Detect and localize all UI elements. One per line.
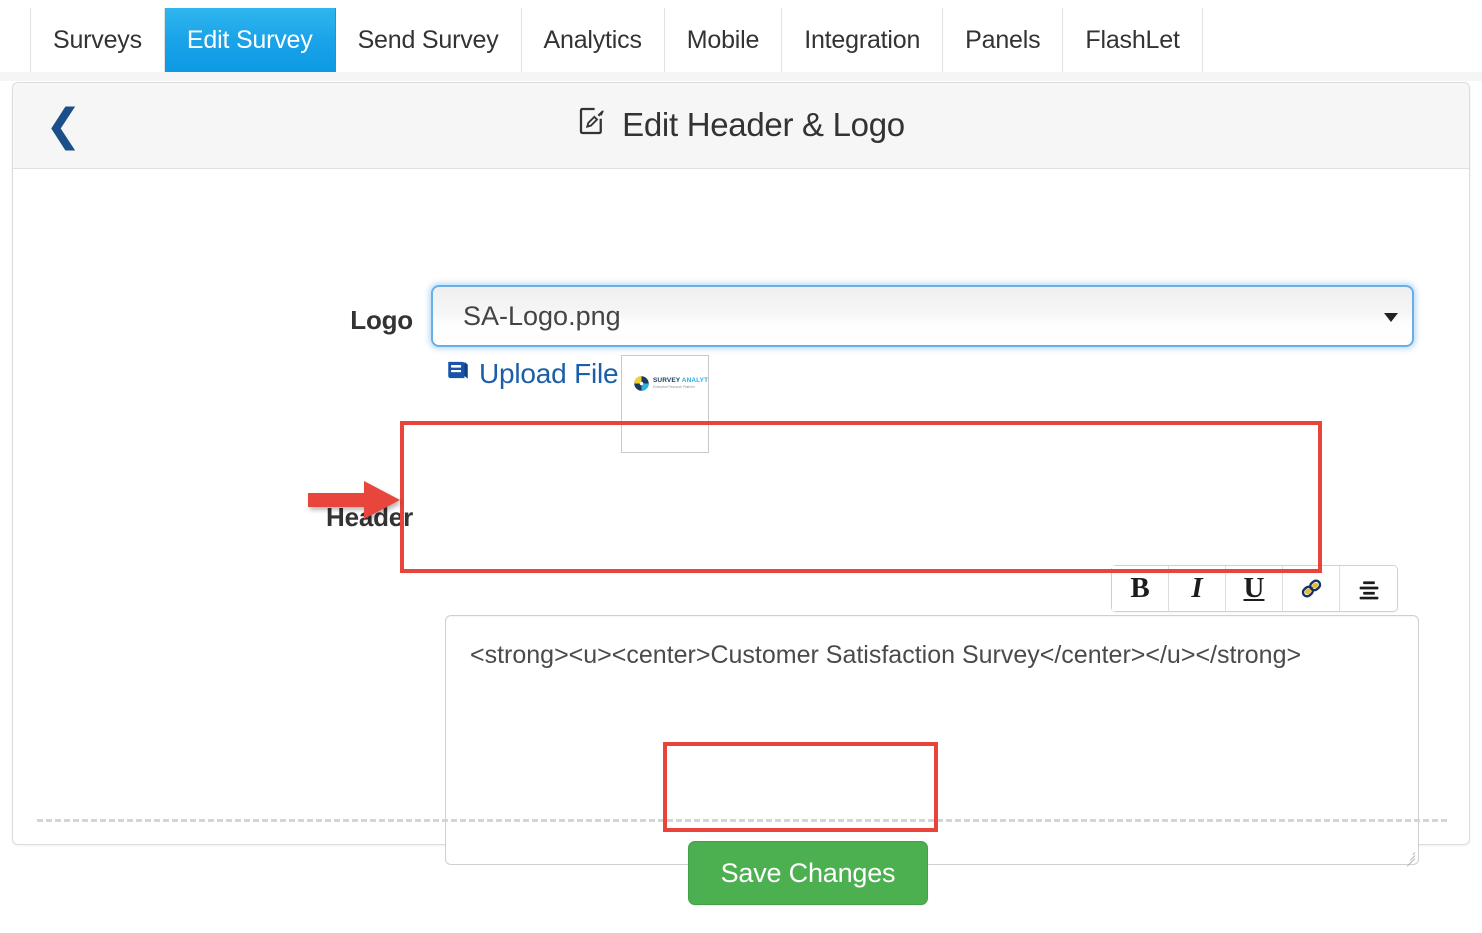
align-center-icon — [1359, 580, 1378, 599]
nav-tab-panels[interactable]: Panels — [943, 8, 1064, 72]
logo-preview-thumbnail: SURVEY ANALYTICS Enterprise Research Pla… — [621, 355, 709, 453]
nav-tab-send-survey[interactable]: Send Survey — [336, 8, 522, 72]
underline-button[interactable]: U — [1226, 566, 1283, 611]
logo-select[interactable]: SA-Logo.png — [431, 285, 1414, 347]
panel-header: ❮ Edit Header & Logo — [13, 83, 1469, 169]
nav-tab-list: Surveys Edit Survey Send Survey Analytics Mo… — [30, 8, 1203, 72]
logo-brand-word-1: SURVEY — [653, 376, 681, 384]
save-changes-button[interactable]: Save Changes — [688, 841, 928, 905]
nav-tab-integration[interactable]: Integration — [782, 8, 944, 72]
panel-body: Logo SA-Logo.png Upload File SURVEY ANAL… — [13, 169, 1469, 905]
bold-button[interactable]: B — [1112, 566, 1169, 611]
chain-link-icon — [1301, 579, 1321, 598]
logo-brand-word-2: ANALYTICS — [681, 376, 709, 384]
nav-tab-surveys[interactable]: Surveys — [30, 8, 165, 72]
link-button[interactable] — [1283, 566, 1340, 611]
nav-tab-edit-survey[interactable]: Edit Survey — [164, 8, 336, 72]
page-title: Edit Header & Logo — [13, 105, 1469, 145]
upload-file-label: Upload File — [479, 357, 619, 389]
nav-tab-mobile[interactable]: Mobile — [665, 8, 783, 72]
edit-header-logo-panel: ❮ Edit Header & Logo Logo SA-Logo.png Up… — [12, 82, 1470, 905]
logo-tagline: Enterprise Research Platform — [653, 384, 695, 389]
logo-mark-icon — [634, 376, 649, 391]
survey-analytics-logo: SURVEY ANALYTICS Enterprise Research Pla… — [633, 375, 709, 392]
header-label: Header — [326, 502, 413, 532]
italic-button[interactable]: I — [1169, 566, 1226, 611]
nav-tab-analytics[interactable]: Analytics — [522, 8, 665, 72]
logo-select-wrapper: SA-Logo.png — [431, 285, 1414, 347]
header-html-textarea[interactable] — [445, 615, 1419, 865]
align-button[interactable] — [1340, 566, 1397, 611]
nav-tab-flashlet[interactable]: FlashLet — [1063, 8, 1203, 72]
book-icon — [445, 357, 471, 390]
top-nav-bar: Surveys Edit Survey Send Survey Analytics Mo… — [0, 0, 1482, 81]
section-divider — [37, 819, 1447, 822]
page-title-text: Edit Header & Logo — [622, 106, 905, 143]
upload-file-link[interactable]: Upload File — [445, 357, 619, 390]
rich-text-toolbar: B I U — [1111, 565, 1398, 612]
logo-label: Logo — [350, 305, 413, 335]
edit-square-icon — [577, 105, 609, 145]
